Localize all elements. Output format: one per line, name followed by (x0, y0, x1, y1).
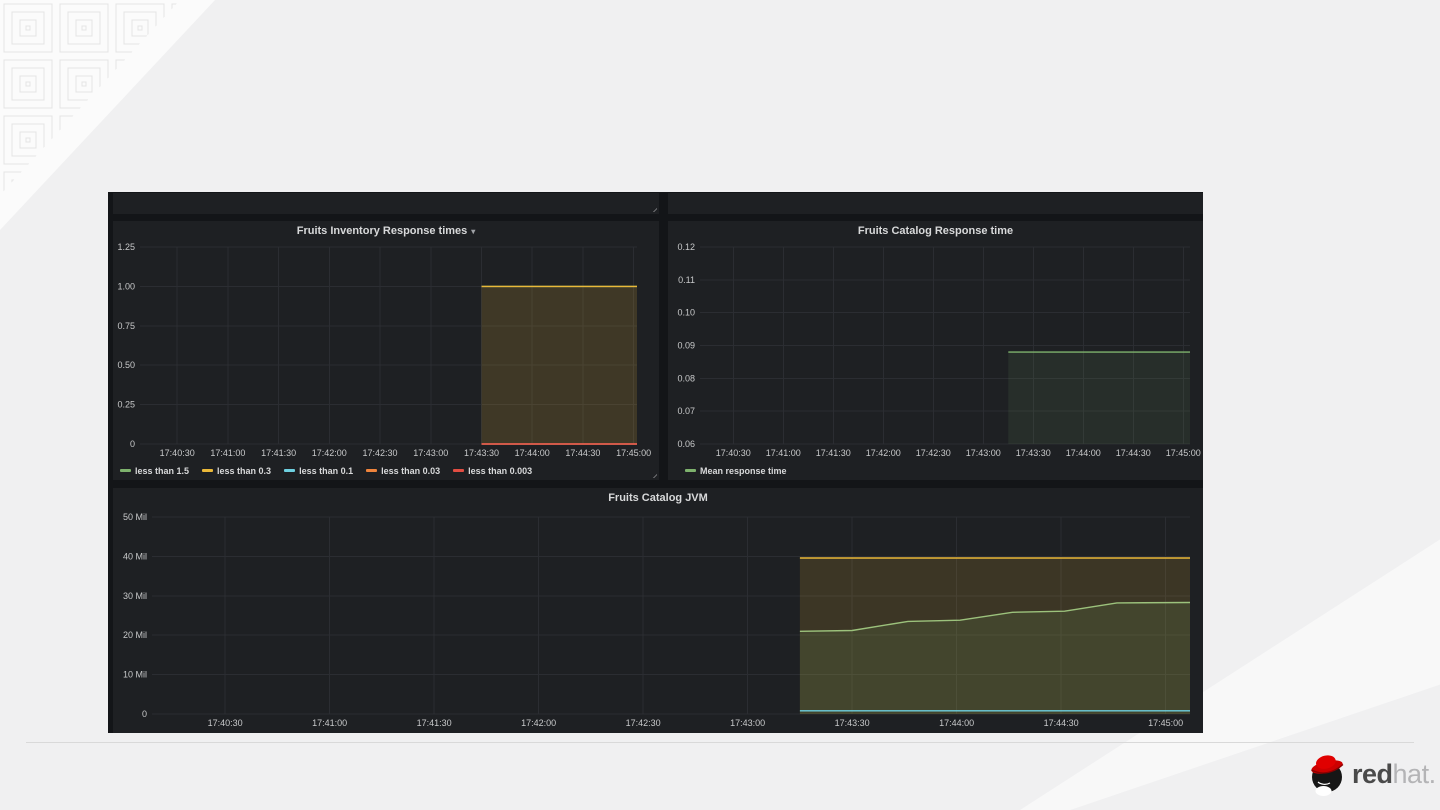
panel-title-text: Fruits Inventory Response times (296, 225, 468, 237)
legend-swatch (685, 469, 696, 472)
panel-title-text: Fruits Catalog JVM (608, 492, 708, 504)
panel-fruits-catalog-response-time: Fruits Catalog Response time 0.06 0.07 0.0… (668, 221, 1203, 480)
svg-text:17:40:30: 17:40:30 (716, 448, 751, 458)
svg-text:0: 0 (142, 709, 147, 719)
wordmark-red: red (1352, 758, 1393, 789)
svg-text:17:45:00: 17:45:00 (616, 448, 651, 458)
grafana-dashboard: Fruits Inventory Response times ▾ 0 0.25 0… (108, 192, 1203, 733)
svg-text:17:44:00: 17:44:00 (1066, 448, 1101, 458)
catalog-jvm-chart[interactable]: 0 10 Mil 20 Mil 30 Mil 40 Mil 50 Mil 17:40:30 1… (113, 508, 1203, 733)
svg-text:17:44:30: 17:44:30 (1044, 718, 1079, 728)
svg-text:0.75: 0.75 (117, 321, 135, 331)
legend-swatch (284, 469, 296, 472)
svg-text:17:42:00: 17:42:00 (866, 448, 901, 458)
svg-text:17:44:30: 17:44:30 (1116, 448, 1151, 458)
svg-text:17:41:00: 17:41:00 (210, 448, 245, 458)
svg-text:0.11: 0.11 (678, 275, 695, 285)
slide: Fruits Inventory Response times ▾ 0 0.25 0… (0, 0, 1440, 810)
svg-text:17:41:00: 17:41:00 (312, 718, 347, 728)
clipped-panel-above-left (113, 193, 659, 214)
legend-label: Mean response time (700, 465, 787, 476)
svg-text:17:44:00: 17:44:00 (939, 718, 974, 728)
svg-text:0: 0 (130, 439, 135, 449)
chart-legend: less than 1.5 less than 0.3 less than 0.1 l… (113, 461, 659, 480)
svg-text:17:43:00: 17:43:00 (730, 718, 765, 728)
panel-title[interactable]: Fruits Inventory Response times ▾ (113, 221, 659, 241)
legend-item[interactable]: less than 1.5 (120, 466, 189, 476)
svg-text:17:43:30: 17:43:30 (1016, 448, 1051, 458)
svg-text:17:40:30: 17:40:30 (160, 448, 195, 458)
svg-text:0.06: 0.06 (677, 439, 695, 449)
svg-text:17:42:00: 17:42:00 (312, 448, 347, 458)
svg-text:10 Mil: 10 Mil (123, 670, 147, 680)
clipped-panel-above-right (668, 193, 1203, 214)
svg-text:17:41:30: 17:41:30 (417, 718, 452, 728)
caret-down-icon: ▾ (471, 227, 476, 236)
svg-text:0.25: 0.25 (117, 400, 135, 410)
legend-item[interactable]: less than 0.003 (453, 466, 532, 476)
svg-text:1.00: 1.00 (117, 281, 135, 291)
legend-label: less than 0.03 (381, 465, 441, 476)
svg-text:17:42:30: 17:42:30 (626, 718, 661, 728)
legend-label: less than 0.003 (468, 465, 533, 476)
svg-text:0.08: 0.08 (677, 373, 695, 383)
legend-label: less than 0.1 (299, 465, 354, 476)
svg-text:17:41:00: 17:41:00 (766, 448, 801, 458)
panel-title[interactable]: Fruits Catalog Response time (668, 221, 1203, 241)
chart-legend: Mean response time (668, 461, 1203, 480)
svg-text:20 Mil: 20 Mil (123, 630, 147, 640)
svg-text:17:40:30: 17:40:30 (208, 718, 243, 728)
legend-label: less than 0.3 (217, 465, 272, 476)
legend-item[interactable]: less than 0.3 (202, 466, 271, 476)
legend-swatch (120, 469, 131, 472)
svg-text:0.12: 0.12 (677, 242, 695, 252)
svg-text:17:43:30: 17:43:30 (835, 718, 870, 728)
svg-text:0.50: 0.50 (117, 360, 135, 370)
svg-text:17:43:00: 17:43:00 (966, 448, 1001, 458)
panel-resize-handle[interactable] (650, 205, 657, 212)
legend-item[interactable]: less than 0.03 (366, 466, 440, 476)
redhat-logo: redhat. (1308, 752, 1436, 796)
panel-fruits-inventory-response-times: Fruits Inventory Response times ▾ 0 0.25 0… (113, 221, 659, 480)
svg-text:17:45:00: 17:45:00 (1148, 718, 1183, 728)
wordmark-hat: hat. (1392, 758, 1437, 789)
svg-text:17:44:00: 17:44:00 (515, 448, 550, 458)
svg-text:17:43:30: 17:43:30 (464, 448, 499, 458)
legend-item[interactable]: less than 0.1 (284, 466, 353, 476)
svg-text:17:42:30: 17:42:30 (916, 448, 951, 458)
svg-text:17:42:00: 17:42:00 (521, 718, 556, 728)
legend-label: less than 1.5 (135, 465, 190, 476)
svg-text:17:44:30: 17:44:30 (565, 448, 600, 458)
panel-fruits-catalog-jvm: Fruits Catalog JVM 0 10 Mil 20 Mil 30 Mil 40… (113, 488, 1203, 733)
legend-item[interactable]: Mean response time (685, 466, 787, 476)
redhat-shadowman-icon (1311, 755, 1344, 796)
legend-swatch (453, 469, 465, 472)
inventory-response-times-chart[interactable]: 0 0.25 0.50 0.75 1.00 1.25 17:40:30 17:41:00 17:… (113, 241, 659, 461)
svg-text:0.10: 0.10 (677, 308, 695, 318)
panel-title-text: Fruits Catalog Response time (857, 225, 1014, 237)
svg-text:1.25: 1.25 (117, 242, 135, 252)
legend-swatch (202, 469, 214, 472)
svg-text:0.07: 0.07 (677, 406, 695, 416)
svg-text:17:42:30: 17:42:30 (362, 448, 397, 458)
footer-divider (26, 742, 1414, 743)
legend-swatch (366, 469, 378, 472)
svg-text:50 Mil: 50 Mil (123, 512, 147, 522)
redhat-wordmark: redhat. (1352, 759, 1436, 790)
svg-text:40 Mil: 40 Mil (123, 551, 147, 561)
svg-text:17:41:30: 17:41:30 (261, 448, 296, 458)
svg-text:17:41:30: 17:41:30 (816, 448, 851, 458)
panel-title[interactable]: Fruits Catalog JVM (113, 488, 1203, 508)
svg-text:30 Mil: 30 Mil (123, 591, 147, 601)
svg-text:17:45:00: 17:45:00 (1166, 448, 1201, 458)
svg-text:0.09: 0.09 (677, 341, 695, 351)
svg-text:17:43:00: 17:43:00 (413, 448, 448, 458)
catalog-response-time-chart[interactable]: 0.06 0.07 0.08 0.09 0.10 0.11 0.12 17:40:30 17:4… (668, 241, 1203, 461)
